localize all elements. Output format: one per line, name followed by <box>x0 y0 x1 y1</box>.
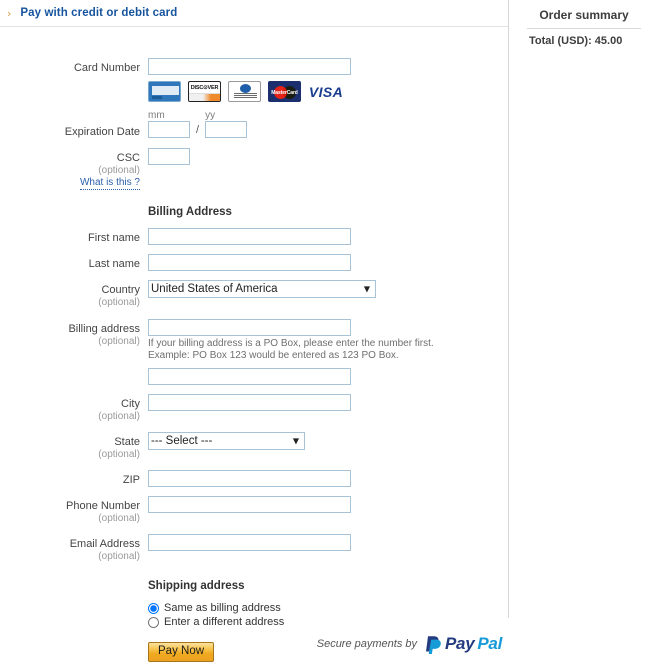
expiration-month-hint: mm <box>148 110 165 121</box>
last-name-input[interactable] <box>148 254 351 271</box>
field-row-first-name: First name <box>0 228 508 245</box>
order-summary-total: Total (USD): 45.00 <box>529 35 623 47</box>
field-row-city: City (optional) <box>0 394 508 423</box>
csc-help-link[interactable]: What is this ? <box>79 177 140 190</box>
email-address-input[interactable] <box>148 534 351 551</box>
card-number-input[interactable] <box>148 58 351 75</box>
city-input[interactable] <box>148 394 351 411</box>
chevron-right-icon: › <box>7 6 12 20</box>
csc-label: CSC <box>116 152 140 164</box>
expiration-separator: / <box>196 124 200 136</box>
discover-card-icon <box>188 81 221 102</box>
field-row-csc: CSC (optional) What is this ? <box>0 148 508 190</box>
billing-address-section-title-row: Billing Address <box>0 206 508 218</box>
accepted-card-logos: MasterCard VISA <box>148 75 508 106</box>
shipping-address-options-row: Same as billing address Enter a differen… <box>0 601 508 629</box>
field-row-country: Country (optional) United States of Amer… <box>0 280 508 309</box>
diners-club-card-icon <box>228 81 261 102</box>
shipping-option-same[interactable]: Same as billing address <box>148 601 508 615</box>
phone-number-input[interactable] <box>148 496 351 513</box>
paypal-logo: Pay Pal <box>425 634 502 654</box>
email-address-optional-label: (optional) <box>98 551 140 562</box>
expiration-month-input[interactable] <box>148 121 190 138</box>
last-name-label: Last name <box>88 258 140 270</box>
order-summary-panel: Order summary Total (USD): 45.00 <box>519 0 649 57</box>
field-row-state: State (optional) --- Select --- ▼ <box>0 432 508 461</box>
field-row-expiration-date: Expiration Date mm / yy <box>0 110 508 139</box>
city-optional-label: (optional) <box>98 411 140 422</box>
state-select[interactable]: --- Select --- <box>148 432 305 450</box>
csc-optional-label: (optional) <box>98 165 140 176</box>
shipping-address-section-title-row: Shipping address <box>0 580 508 592</box>
secure-payments-text: Secure payments by <box>316 638 418 650</box>
first-name-label: First name <box>88 232 140 244</box>
field-row-billing-address: Billing address (optional) If your billi… <box>0 319 508 385</box>
city-label: City <box>121 398 140 410</box>
order-summary-title: Order summary <box>539 8 629 22</box>
mastercard-card-icon: MasterCard <box>268 81 301 102</box>
field-row-last-name: Last name <box>0 254 508 271</box>
right-rail <box>510 0 649 667</box>
expiration-year-input[interactable] <box>205 121 248 138</box>
field-row-card-number: Card Number MasterCard VISA <box>0 58 508 106</box>
paypal-logo-icon <box>425 634 443 654</box>
order-summary-divider <box>527 28 641 29</box>
visa-card-icon: VISA <box>308 81 344 102</box>
zip-input[interactable] <box>148 470 351 487</box>
field-row-phone-number: Phone Number (optional) <box>0 496 508 525</box>
form-body: Card Number MasterCard VISA <box>0 27 508 662</box>
state-select-wrapper: --- Select --- ▼ <box>148 432 305 450</box>
paypal-footer: Secure payments by Pay Pal <box>0 634 509 654</box>
phone-number-optional-label: (optional) <box>98 513 140 524</box>
shipping-different-radio[interactable] <box>148 616 159 628</box>
field-row-email-address: Email Address (optional) <box>0 534 508 563</box>
country-label: Country <box>101 284 140 296</box>
shipping-same-label[interactable]: Same as billing address <box>164 601 281 615</box>
country-optional-label: (optional) <box>98 297 140 308</box>
paypal-wordmark-pay: Pay <box>445 634 475 653</box>
state-optional-label: (optional) <box>98 449 140 460</box>
section-header[interactable]: › Pay with credit or debit card <box>0 0 508 27</box>
country-select-wrapper: United States of America ▼ <box>148 280 376 298</box>
expiration-year-hint: yy <box>205 110 216 121</box>
payment-page: › Pay with credit or debit card Card Num… <box>0 0 649 667</box>
card-number-label: Card Number <box>73 62 140 74</box>
credit-card-form-panel: › Pay with credit or debit card Card Num… <box>0 0 509 662</box>
first-name-input[interactable] <box>148 228 351 245</box>
expiration-date-label: Expiration Date <box>64 126 140 138</box>
billing-address-line1-input[interactable] <box>148 319 351 336</box>
billing-address-label: Billing address <box>68 323 140 335</box>
paypal-wordmark-pal: Pal <box>477 634 502 653</box>
csc-input[interactable] <box>148 148 190 165</box>
billing-address-hint: If your billing address is a PO Box, ple… <box>148 338 434 361</box>
shipping-same-radio[interactable] <box>148 602 159 614</box>
zip-label: ZIP <box>122 474 140 486</box>
phone-number-label: Phone Number <box>66 500 140 512</box>
billing-address-title: Billing Address <box>148 206 232 218</box>
billing-address-optional-label: (optional) <box>98 336 140 347</box>
page-title: Pay with credit or debit card <box>20 7 178 19</box>
amex-card-icon <box>148 81 181 102</box>
shipping-address-title: Shipping address <box>148 580 245 592</box>
state-label: State <box>114 436 140 448</box>
country-select[interactable]: United States of America <box>148 280 376 298</box>
billing-address-line2-input[interactable] <box>148 368 351 385</box>
shipping-option-different[interactable]: Enter a different address <box>148 615 508 629</box>
shipping-different-label[interactable]: Enter a different address <box>164 615 284 629</box>
field-row-zip: ZIP <box>0 470 508 487</box>
email-address-label: Email Address <box>69 538 140 550</box>
